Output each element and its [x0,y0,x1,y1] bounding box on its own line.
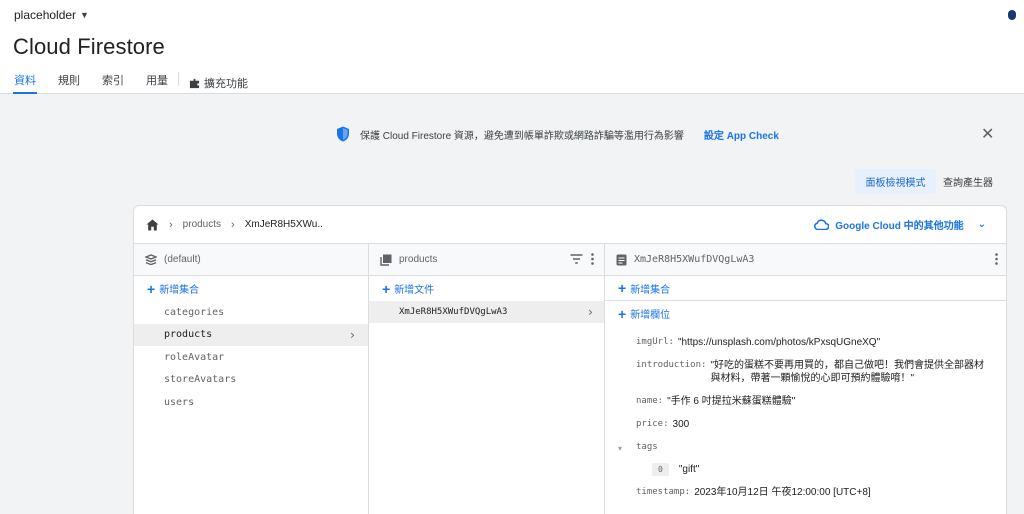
column-tools [995,253,998,265]
field-name[interactable]: name: "手作 6 吋提拉米蘇蛋糕體驗" [636,395,1006,408]
database-icon [145,254,157,265]
field-value: "手作 6 吋提拉米蘇蛋糕體驗" [667,396,796,407]
breadcrumb-document[interactable]: XmJeR8H5XWu.. [245,219,323,230]
database-header: (default) [134,244,368,276]
field-key: introduction: [636,360,707,370]
query-builder-button[interactable]: 查詢產生器 [943,169,993,194]
filter-icon[interactable] [570,254,583,264]
close-icon[interactable]: ✕ [981,127,994,143]
field-key: imgUrl: [636,337,674,347]
field-key: price: [636,419,669,429]
field-value: "好吃的蛋糕不要再用買的，都自己做吧！我們會提供全部器材與材料，帶著一顆愉悅的心… [710,360,985,384]
more-vert-icon[interactable] [591,253,594,265]
plus-icon: + [618,305,627,322]
add-subcollection-button[interactable]: + 新增集合 [605,276,1006,301]
document-item-selected[interactable]: XmJeR8H5XWufDVQgLwA3 › [369,301,604,323]
field-value: 2023年10月12日 午夜12:00:00 [UTC+8] [694,487,871,498]
more-vert-icon[interactable] [995,253,998,265]
field-key: tags [636,442,658,452]
tab-data[interactable]: 資料 [13,72,37,94]
caret-down-icon: ▼ [80,10,89,20]
app-check-banner: 保護 Cloud Firestore 資源，避免遭到帳單詐欺或網路詐騙等濫用行為… [336,126,779,142]
tab-bar: 資料 規則 索引 用量 擴充功能 [13,72,270,94]
field-price[interactable]: price: 300 [636,418,1006,431]
chevron-down-icon: ⌄ [977,219,986,230]
field-tags[interactable]: ▾ tags [618,441,1006,454]
collection-item-label: products [164,329,213,341]
add-collection-label: 新增集合 [159,285,200,296]
document-column: XmJeR8H5XWufDVQgLwA3 + 新增集合 + 新增欄位 imgUr… [605,244,1006,514]
chevron-right-icon: › [169,218,173,231]
google-cloud-label: Google Cloud 中的其他功能 [835,221,964,232]
collections-column: (default) + 新增集合 categories products › r… [134,244,369,514]
home-icon[interactable] [146,219,159,231]
add-subcollection-label: 新增集合 [630,284,671,296]
field-key: name: [636,396,664,406]
array-index: 0 [652,463,669,476]
document-name: XmJeR8H5XWufDVQgLwA3 [634,254,755,265]
collection-item[interactable]: roleAvatar [134,346,368,369]
field-key: timestamp: [636,487,691,497]
add-document-label: 新增文件 [394,285,435,296]
tab-extensions[interactable]: 擴充功能 [189,72,248,94]
field-timestamp[interactable]: timestamp: 2023年10月12日 午夜12:00:00 [UTC+8… [636,486,1006,499]
field-value: "https://unsplash.com/photos/kPxsqUGneXQ… [677,337,881,348]
banner-text: 保護 Cloud Firestore 資源，避免遭到帳單詐欺或網路詐騙等濫用行為… [360,130,684,142]
extensions-icon [189,78,200,88]
database-name: (default) [164,254,201,265]
top-bar: placeholder ▼ Cloud Firestore 資料 規則 索引 用… [0,0,1024,94]
setup-app-check-link[interactable]: 設定 App Check [704,127,779,142]
chevron-right-icon: › [586,305,594,319]
project-selector[interactable]: placeholder ▼ [14,8,89,22]
tab-extensions-label: 擴充功能 [204,78,248,90]
project-name: placeholder [14,8,77,22]
shield-icon [337,126,349,142]
collection-icon [380,254,392,266]
collection-item[interactable]: storeAvatars [134,369,368,392]
document-id: XmJeR8H5XWufDVQgLwA3 [399,307,508,317]
field-introduction[interactable]: introduction: "好吃的蛋糕不要再用買的，都自己做吧！我們會提供全部… [636,359,1006,385]
plus-icon: + [382,280,391,297]
account-icon[interactable] [1008,10,1016,20]
document-header: XmJeR8H5XWufDVQgLwA3 [605,244,1006,276]
add-field-button[interactable]: + 新增欄位 [605,301,1006,326]
field-imgurl[interactable]: imgUrl: "https://unsplash.com/photos/kPx… [636,336,1006,349]
collection-item[interactable]: users [134,391,368,414]
field-value: 300 [672,419,690,430]
panel-view-button[interactable]: 面板檢視模式 [855,169,936,194]
collection-header: products [369,244,604,276]
data-panel: › products › XmJeR8H5XWu.. Google Cloud … [133,205,1007,514]
chevron-right-icon: › [231,218,235,231]
documents-column: products + 新增文件 XmJeR8H5XWufDVQgLwA3 › [369,244,605,514]
document-icon [616,254,627,266]
add-field-label: 新增欄位 [630,310,671,321]
collection-item[interactable]: categories [134,301,368,324]
collection-name: products [399,254,438,265]
expand-caret-icon[interactable]: ▾ [618,442,622,455]
tab-indexes[interactable]: 索引 [102,72,124,94]
collection-item-selected[interactable]: products › [134,323,368,346]
array-item[interactable]: 0 "gift" [652,463,1006,476]
tab-divider [178,72,179,86]
breadcrumb-collection[interactable]: products [183,219,221,230]
cloud-icon [814,219,830,230]
add-document-button[interactable]: + 新增文件 [369,276,604,301]
plus-icon: + [147,280,156,297]
column-tools [570,253,594,265]
tab-usage[interactable]: 用量 [146,72,168,94]
tab-rules[interactable]: 規則 [58,72,80,94]
field-list: imgUrl: "https://unsplash.com/photos/kPx… [605,336,1006,499]
google-cloud-menu[interactable]: Google Cloud 中的其他功能 ⌄ [814,217,986,232]
array-value: "gift" [678,464,700,475]
plus-icon: + [618,280,627,296]
chevron-right-icon: › [348,327,356,342]
add-collection-button[interactable]: + 新增集合 [134,276,368,301]
page-title: Cloud Firestore [13,34,165,59]
